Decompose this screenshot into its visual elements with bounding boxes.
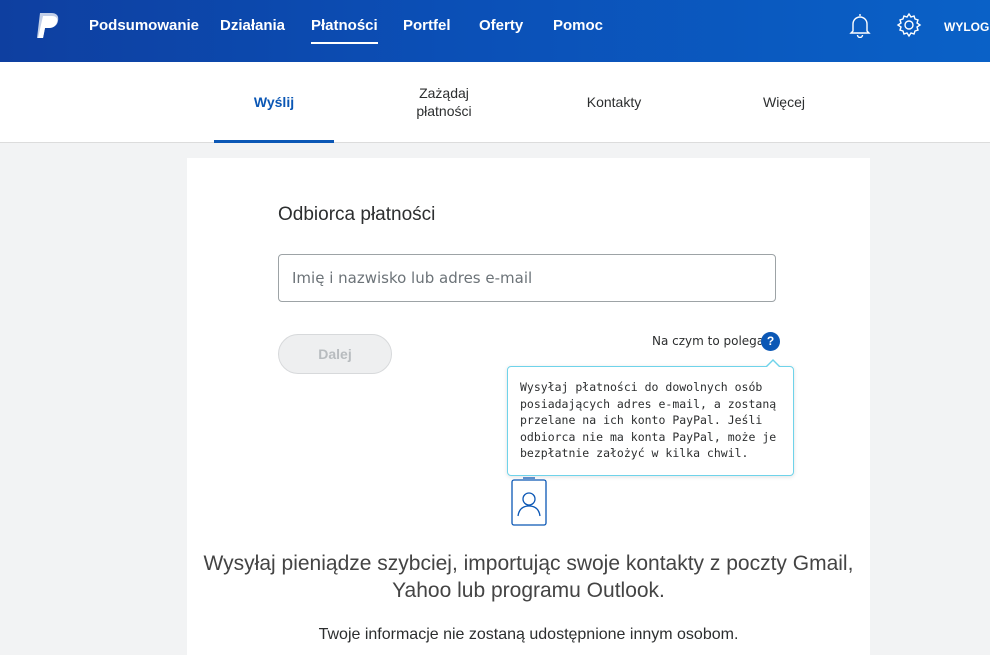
tab-wiecej-label: Więcej <box>762 94 805 110</box>
top-navigation-bar: Podsumowanie Działania Płatności Portfel… <box>0 0 990 62</box>
paypal-logo-icon[interactable] <box>34 11 62 41</box>
help-question-icon[interactable]: ? <box>761 332 780 351</box>
privacy-note: Twoje informacje nie zostaną udostępnion… <box>318 626 739 643</box>
contact-card-icon <box>511 477 547 526</box>
recipient-heading: Odbiorca płatności <box>278 204 436 225</box>
help-tooltip: Wysyłaj płatności do dowolnych osób posi… <box>507 359 794 476</box>
tab-wyslij[interactable]: Wyślij <box>214 62 334 143</box>
tooltip-text: Wysyłaj płatności do dowolnych osób posi… <box>520 380 777 460</box>
nav-item-pomoc[interactable]: Pomoc <box>553 17 603 34</box>
tab-wyslij-label: Wyślij <box>253 94 295 110</box>
nav-item-podsumowanie[interactable]: Podsumowanie <box>89 17 199 34</box>
import-contacts-text: Wysyłaj pieniądze szybciej, importując s… <box>187 550 870 604</box>
tab-kontakty[interactable]: Kontakty <box>554 62 674 142</box>
bell-icon[interactable] <box>848 12 872 38</box>
send-money-card: Odbiorca płatności Dalej Na czym to pole… <box>187 158 870 655</box>
nav-item-dzialania[interactable]: Działania <box>220 17 285 34</box>
logout-link[interactable]: WYLOG <box>944 20 989 34</box>
tab-zazadaj-platnosci[interactable]: Zażądaj płatności <box>384 62 504 142</box>
tab-wiecej[interactable]: Więcej <box>724 62 844 142</box>
payments-subnav: Wyślij Zażądaj płatności Kontakty Więcej <box>0 62 990 143</box>
import-contacts-message: Wysyłaj pieniądze szybciej, importując s… <box>203 552 854 602</box>
tab-zazadaj-label: Zażądaj płatności <box>416 85 472 119</box>
tab-kontakty-label: Kontakty <box>586 94 642 110</box>
nav-item-portfel[interactable]: Portfel <box>403 17 451 34</box>
next-button[interactable]: Dalej <box>278 334 392 374</box>
nav-item-oferty[interactable]: Oferty <box>479 17 523 34</box>
gear-icon[interactable] <box>896 12 922 38</box>
recipient-input[interactable] <box>278 254 776 302</box>
how-it-works-link[interactable]: Na czym to polega <box>652 334 764 348</box>
nav-item-platnosci[interactable]: Płatności <box>311 17 378 44</box>
